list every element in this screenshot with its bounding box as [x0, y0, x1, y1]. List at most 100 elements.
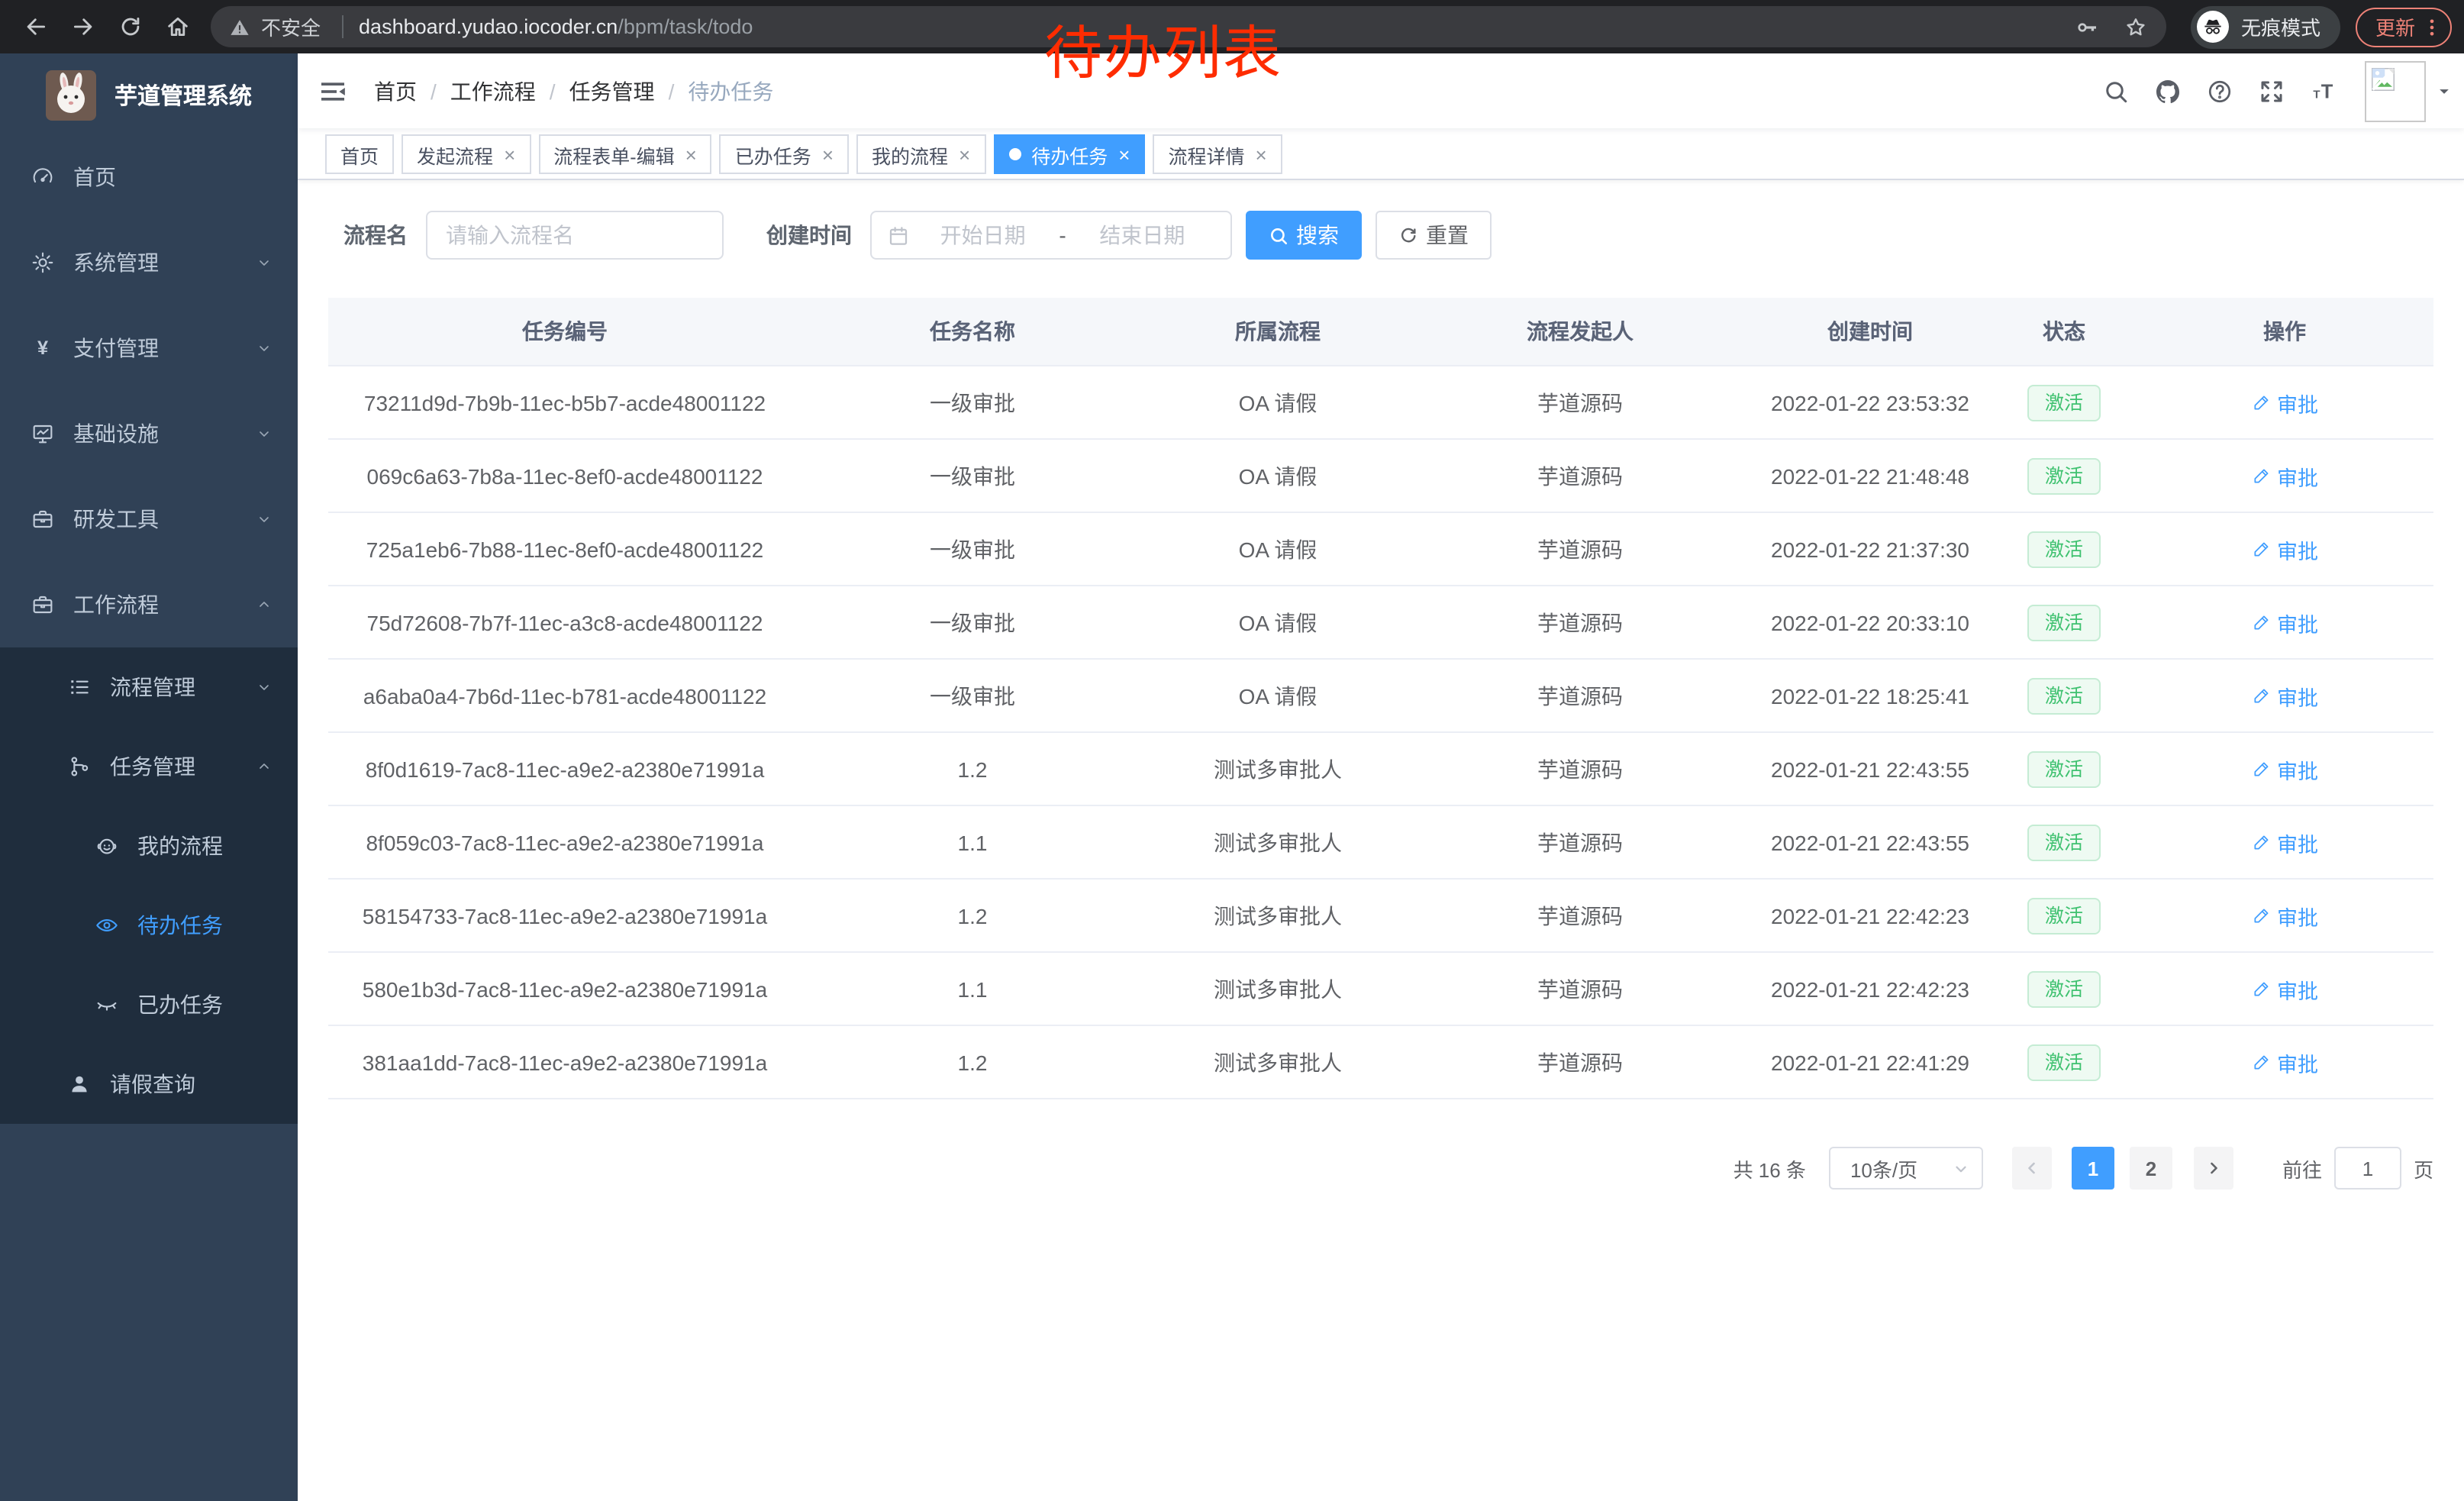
tab-label: 流程详情 [1168, 140, 1244, 169]
sidebar-item-leave-query[interactable]: 请假查询 [0, 1044, 298, 1124]
approve-link[interactable]: 审批 [2251, 680, 2318, 711]
tab-initiate-process[interactable]: 发起流程× [402, 134, 531, 174]
table-row: 73211d9d-7b9b-11ec-b5b7-acde48001122一级审批… [328, 366, 2433, 440]
github-icon[interactable] [2154, 77, 2182, 105]
tab-process-detail[interactable]: 流程详情 × [1153, 134, 1282, 174]
approve-link[interactable]: 审批 [2251, 387, 2318, 418]
status-badge: 激活 [2028, 970, 2100, 1007]
hamburger-icon[interactable] [318, 76, 348, 107]
sidebar-item-task-management[interactable]: 任务管理 [0, 727, 298, 806]
approve-link[interactable]: 审批 [2251, 607, 2318, 638]
cell-status: 激活 [1992, 750, 2136, 787]
approve-link[interactable]: 审批 [2251, 754, 2318, 784]
cell-process: 测试多审批人 [1143, 827, 1412, 857]
start-date-placeholder[interactable]: 开始日期 [910, 220, 1056, 250]
home-icon[interactable] [165, 14, 191, 40]
table-row: 75d72608-7b7f-11ec-a3c8-acde48001122一级审批… [328, 586, 2433, 660]
sidebar-item-label: 已办任务 [137, 989, 223, 1020]
approve-link[interactable]: 审批 [2251, 1047, 2318, 1077]
approve-link[interactable]: 审批 [2251, 827, 2318, 857]
cell-task-id: 73211d9d-7b9b-11ec-b5b7-acde48001122 [328, 390, 801, 415]
sidebar-item-payment-management[interactable]: ¥支付管理 [0, 305, 298, 391]
font-size-icon[interactable]: TT [2310, 77, 2337, 105]
prev-page-button[interactable] [2012, 1147, 2052, 1190]
next-page-button[interactable] [2194, 1147, 2233, 1190]
search-button-icon [1269, 225, 1288, 245]
logo[interactable]: 芋道管理系统 [0, 53, 298, 137]
page-root: 待办列表 不安全 dashboard.yudao.iocoder.cn /bpm… [0, 0, 2464, 1501]
forward-icon[interactable] [70, 14, 96, 40]
approve-link[interactable]: 审批 [2251, 973, 2318, 1004]
incognito-badge: 无痕模式 [2191, 5, 2340, 48]
cell-process: 测试多审批人 [1143, 973, 1412, 1004]
sidebar-item-my-processes[interactable]: 我的流程 [0, 806, 298, 886]
edit-icon [2251, 905, 2271, 925]
tab-todo-tasks[interactable]: 待办任务× [993, 134, 1145, 174]
close-icon[interactable]: × [1118, 144, 1130, 164]
sidebar-item-infrastructure[interactable]: 基础设施 [0, 391, 298, 476]
avatar[interactable] [2365, 60, 2426, 121]
close-icon[interactable]: × [1255, 144, 1266, 164]
sidebar-item-label: 系统管理 [73, 247, 159, 278]
tab-done-tasks[interactable]: 已办任务× [720, 134, 849, 174]
list-icon [67, 675, 92, 699]
approve-link[interactable]: 审批 [2251, 460, 2318, 491]
cell-create-time: 2022-01-21 22:42:23 [1748, 903, 1992, 928]
date-range-picker[interactable]: 开始日期 - 结束日期 [870, 211, 1232, 260]
approve-label: 审批 [2277, 900, 2318, 931]
status-badge: 激活 [2028, 604, 2100, 641]
sidebar-item-home[interactable]: 首页 [0, 134, 298, 220]
close-icon[interactable]: × [685, 144, 697, 164]
close-icon[interactable]: × [822, 144, 834, 164]
approve-link[interactable]: 审批 [2251, 534, 2318, 564]
reset-button[interactable]: 重置 [1376, 211, 1492, 260]
page-button-1[interactable]: 1 [2072, 1147, 2114, 1190]
password-key-icon[interactable] [2075, 15, 2099, 39]
sidebar-item-system-management[interactable]: 系统管理 [0, 220, 298, 305]
close-icon[interactable]: × [959, 144, 970, 164]
sidebar-item-label: 我的流程 [137, 831, 223, 861]
help-icon[interactable] [2206, 77, 2233, 105]
security-label[interactable]: 不安全 [261, 12, 321, 41]
table-row: 8f059c03-7ac8-11ec-a9e2-a2380e71991a1.1测… [328, 806, 2433, 880]
avatar-caret-icon[interactable] [2437, 83, 2452, 98]
approve-link[interactable]: 审批 [2251, 900, 2318, 931]
sidebar-item-process-management[interactable]: 流程管理 [0, 647, 298, 727]
pagination: 共 16 条 10条/页 12 前往 [328, 1147, 2433, 1190]
process-name-input[interactable] [426, 211, 724, 260]
url-bar[interactable]: 不安全 dashboard.yudao.iocoder.cn /bpm/task… [211, 6, 2166, 47]
breadcrumb-item[interactable]: 任务管理 [569, 76, 655, 106]
approve-label: 审批 [2277, 827, 2318, 857]
date-range-separator: - [1056, 223, 1069, 247]
page-button-2[interactable]: 2 [2130, 1147, 2172, 1190]
search-button[interactable]: 搜索 [1246, 211, 1362, 260]
sidebar-item-todo-tasks[interactable]: 待办任务 [0, 886, 298, 965]
sidebar-item-done-tasks[interactable]: 已办任务 [0, 965, 298, 1044]
gauge-icon [31, 165, 55, 189]
tab-my-processes[interactable]: 我的流程× [856, 134, 985, 174]
update-button[interactable]: 更新 [2356, 7, 2452, 47]
calendar-icon [887, 224, 910, 247]
back-icon[interactable] [23, 14, 49, 40]
url-divider [342, 15, 343, 38]
sidebar-item-workflow[interactable]: 工作流程 [0, 562, 298, 647]
tab-process-form-edit[interactable]: 流程表单-编辑× [538, 134, 712, 174]
fullscreen-icon[interactable] [2258, 77, 2285, 105]
goto-page-input[interactable] [2334, 1147, 2401, 1190]
table-row: 580e1b3d-7ac8-11ec-a9e2-a2380e71991a1.1测… [328, 953, 2433, 1026]
tab-home[interactable]: 首页 [325, 134, 394, 174]
chevron-up-icon [255, 596, 273, 614]
column-header: 所属流程 [1143, 316, 1412, 347]
reload-icon[interactable] [118, 14, 144, 40]
close-icon[interactable]: × [504, 144, 515, 164]
end-date-placeholder[interactable]: 结束日期 [1069, 220, 1215, 250]
browser-menu-icon[interactable] [2421, 16, 2443, 37]
svg-text:T: T [2313, 87, 2320, 100]
breadcrumb-item[interactable]: 工作流程 [450, 76, 536, 106]
breadcrumb-item[interactable]: 首页 [374, 76, 417, 106]
search-icon[interactable] [2102, 77, 2130, 105]
sidebar-item-dev-tools[interactable]: 研发工具 [0, 476, 298, 562]
page-size-select[interactable]: 10条/页 [1829, 1147, 1983, 1190]
bookmark-star-icon[interactable] [2124, 15, 2148, 39]
goto-label: 前往 [2282, 1154, 2322, 1183]
